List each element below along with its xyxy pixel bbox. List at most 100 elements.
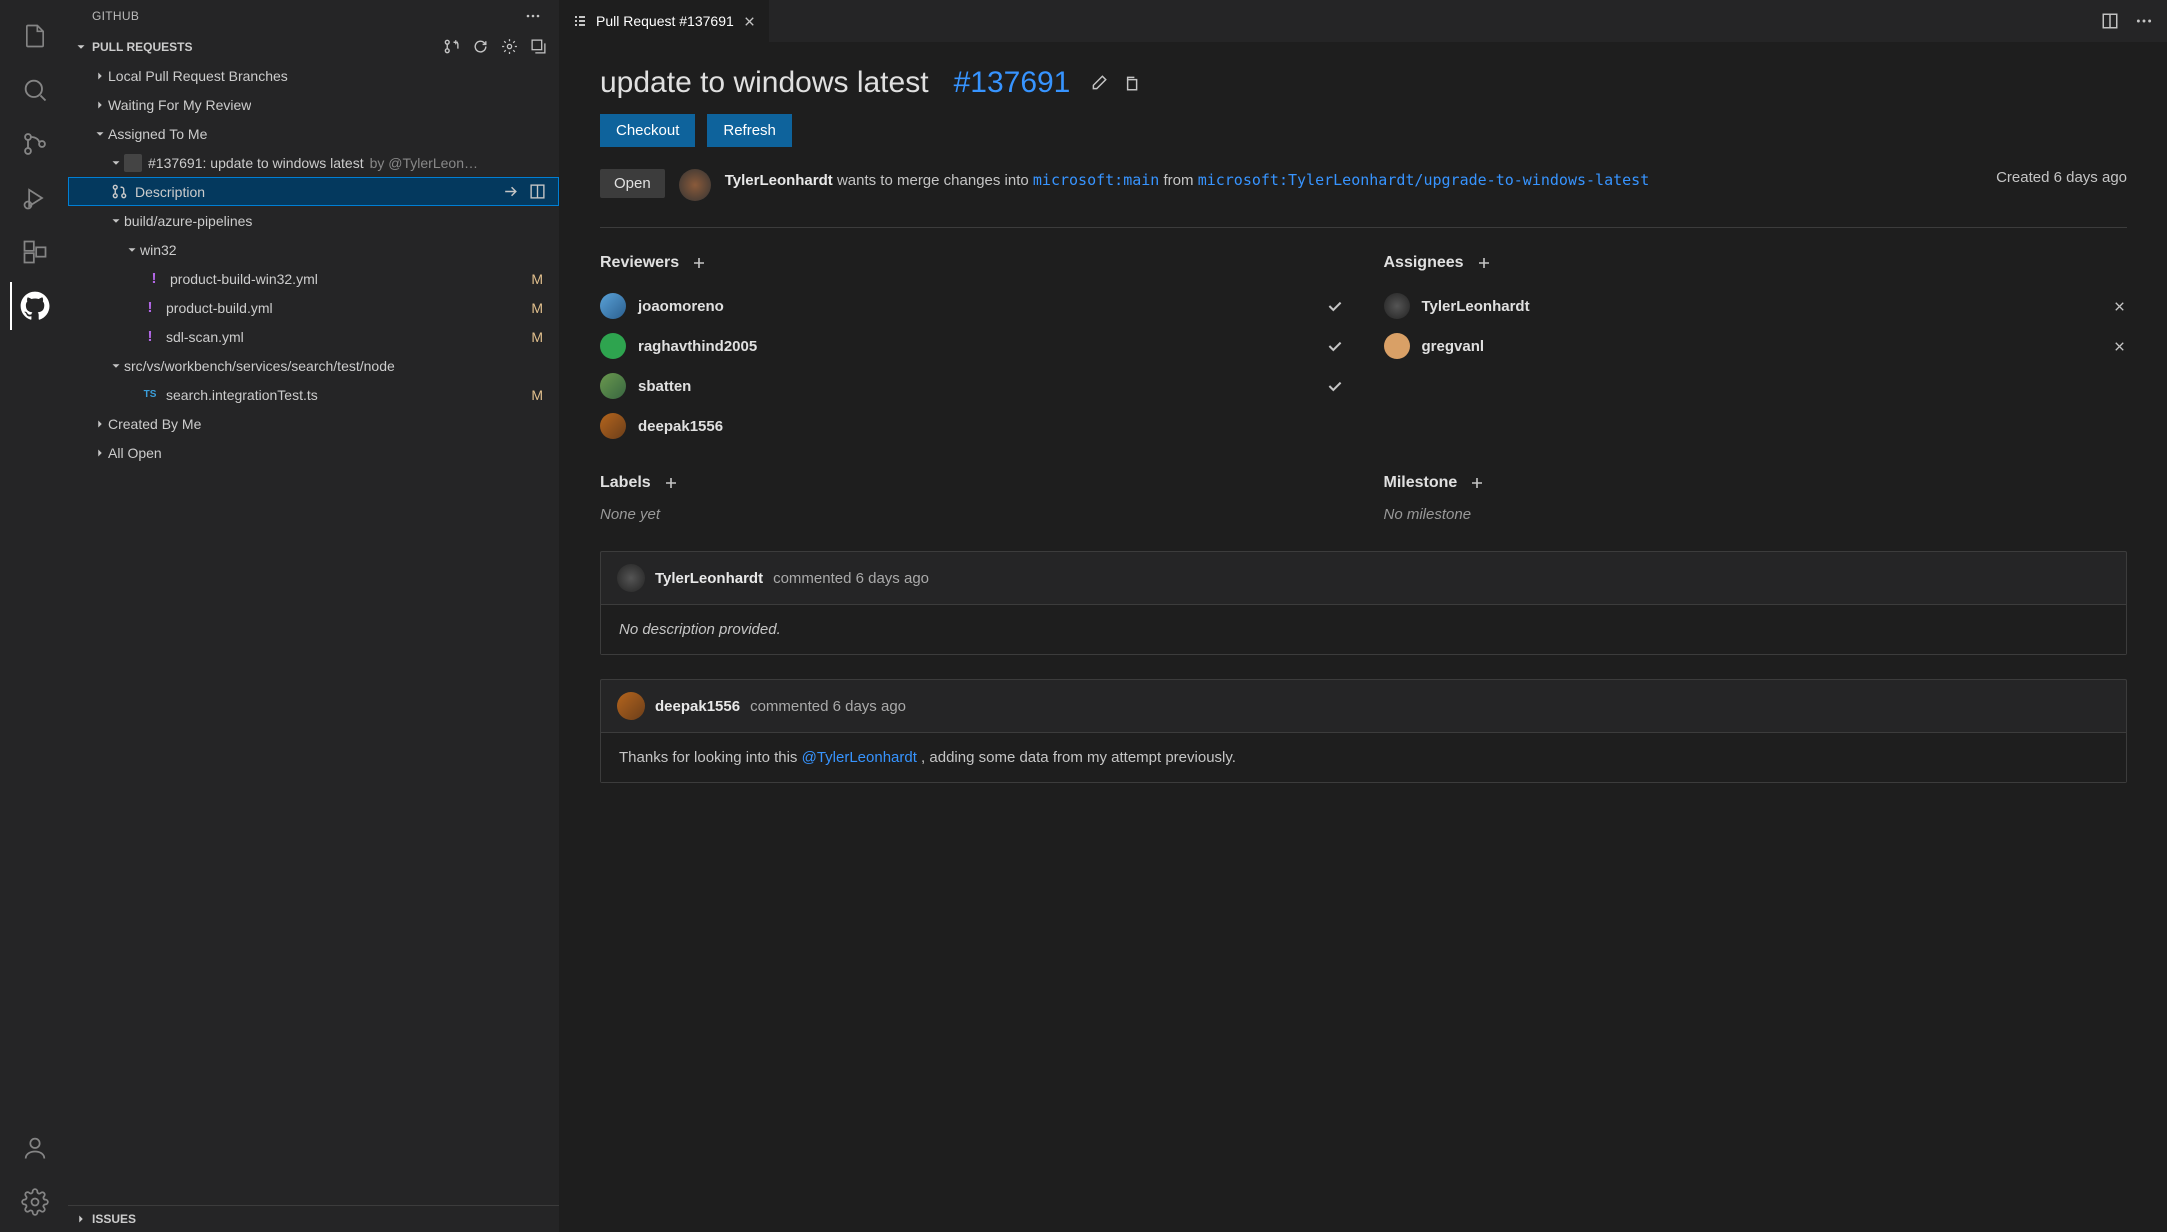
comment-body: Thanks for looking into this @TylerLeonh… [601,732,2126,782]
add-label-icon[interactable] [663,475,679,491]
tab-pull-request[interactable]: Pull Request #137691 [560,0,769,42]
more-icon[interactable] [2135,12,2153,30]
pr-number[interactable]: #137691 [954,66,1071,99]
avatar [600,413,626,439]
labels-block: Labels None yet [600,474,1344,523]
chevron-right-icon [74,1212,88,1226]
tree-group-waiting[interactable]: Waiting For My Review [68,90,559,119]
go-to-icon[interactable] [502,183,519,200]
tab-label: Pull Request #137691 [596,13,734,29]
avatar [617,564,645,592]
status-modified: M [531,300,559,316]
assignee-row[interactable]: TylerLeonhardt [1384,286,2128,326]
check-icon [1326,337,1344,355]
file-icon: TS [140,389,160,400]
reviewers-block: Reviewers joaomoreno raghavthind2005 [600,254,1344,446]
close-icon[interactable] [742,14,757,29]
avatar [1384,293,1410,319]
create-pr-icon[interactable] [443,38,460,55]
avatar [600,293,626,319]
labels-heading: Labels [600,474,651,492]
refresh-button[interactable]: Refresh [707,114,792,147]
pr-body: update to windows latest #137691 Checkou… [560,42,2167,1232]
assignees-heading: Assignees [1384,254,1464,272]
list-icon [572,13,588,29]
reviewer-row[interactable]: raghavthind2005 [600,326,1344,366]
split-editor-icon[interactable] [2101,12,2119,30]
sidebar-title: GITHUB [92,9,139,23]
tree-folder-win32[interactable]: win32 [68,235,559,264]
sidebar: GITHUB PULL REQUESTS [68,0,560,1232]
run-debug-icon[interactable] [10,174,58,222]
avatar [1384,333,1410,359]
github-icon[interactable] [10,282,58,330]
tree-description[interactable]: Description [68,177,559,206]
tree-file[interactable]: ! product-build.yml M [68,293,559,322]
comment-author[interactable]: TylerLeonhardt [655,570,763,587]
comment-author[interactable]: deepak1556 [655,698,740,715]
status-modified: M [531,329,559,345]
reviewer-row[interactable]: deepak1556 [600,406,1344,446]
check-icon [1326,297,1344,315]
pull-request-icon [109,183,129,200]
editor: Pull Request #137691 update to windows l… [560,0,2167,1232]
reviewer-row[interactable]: joaomoreno [600,286,1344,326]
status-modified: M [531,387,559,403]
checkout-button[interactable]: Checkout [600,114,695,147]
collapse-icon[interactable] [530,38,547,55]
comment-time: commented 6 days ago [750,698,906,715]
remove-icon[interactable] [2112,339,2127,354]
status-modified: M [531,271,559,287]
sidebar-more-icon[interactable] [525,8,541,24]
activity-bar [0,0,68,1232]
edit-icon[interactable] [1090,74,1108,92]
gear-icon[interactable] [501,38,518,55]
tab-bar: Pull Request #137691 [560,0,2167,42]
extensions-icon[interactable] [10,228,58,276]
tree-folder-build[interactable]: build/azure-pipelines [68,206,559,235]
tree-pr-item[interactable]: #137691: update to windows latest by @Ty… [68,148,559,177]
split-editor-icon[interactable] [529,183,546,200]
milestone-heading: Milestone [1384,474,1458,492]
settings-gear-icon[interactable] [10,1178,58,1226]
section-issues[interactable]: ISSUES [68,1205,559,1232]
pr-merge-text: TylerLeonhardt wants to merge changes in… [725,169,1650,192]
refresh-icon[interactable] [472,38,489,55]
copy-icon[interactable] [1122,74,1140,92]
mention[interactable]: @TylerLeonhardt [802,749,917,766]
source-control-icon[interactable] [10,120,58,168]
created-date: Created 6 days ago [1996,169,2127,186]
reviewer-row[interactable]: sbatten [600,366,1344,406]
tree-file[interactable]: TS search.integrationTest.ts M [68,380,559,409]
section-pull-requests[interactable]: PULL REQUESTS [68,32,559,61]
check-icon [1326,377,1344,395]
tree-folder-src[interactable]: src/vs/workbench/services/search/test/no… [68,351,559,380]
comment-card: deepak1556 commented 6 days ago Thanks f… [600,679,2127,783]
chevron-down-icon [108,214,124,228]
tree-group-created[interactable]: Created By Me [68,409,559,438]
tree-file[interactable]: ! sdl-scan.yml M [68,322,559,351]
tree-group-local[interactable]: Local Pull Request Branches [68,61,559,90]
tree-group-assigned[interactable]: Assigned To Me [68,119,559,148]
accounts-icon[interactable] [10,1124,58,1172]
chevron-right-icon [92,446,108,460]
assignee-row[interactable]: gregvanl [1384,326,2128,366]
search-icon[interactable] [10,66,58,114]
explorer-icon[interactable] [10,12,58,60]
chevron-down-icon [124,243,140,257]
file-icon: ! [140,328,160,345]
add-reviewer-icon[interactable] [691,255,707,271]
add-assignee-icon[interactable] [1476,255,1492,271]
remove-icon[interactable] [2112,299,2127,314]
add-milestone-icon[interactable] [1469,475,1485,491]
avatar [679,169,711,201]
avatar [617,692,645,720]
assignees-block: Assignees TylerLeonhardt gregvanl [1384,254,2128,446]
section-label: PULL REQUESTS [92,40,192,54]
tree-group-all-open[interactable]: All Open [68,438,559,467]
comment-card: TylerLeonhardt commented 6 days ago No d… [600,551,2127,655]
avatar [600,333,626,359]
comment-body: No description provided. [601,604,2126,654]
labels-empty: None yet [600,506,1344,523]
tree-file[interactable]: ! product-build-win32.yml M [68,264,559,293]
